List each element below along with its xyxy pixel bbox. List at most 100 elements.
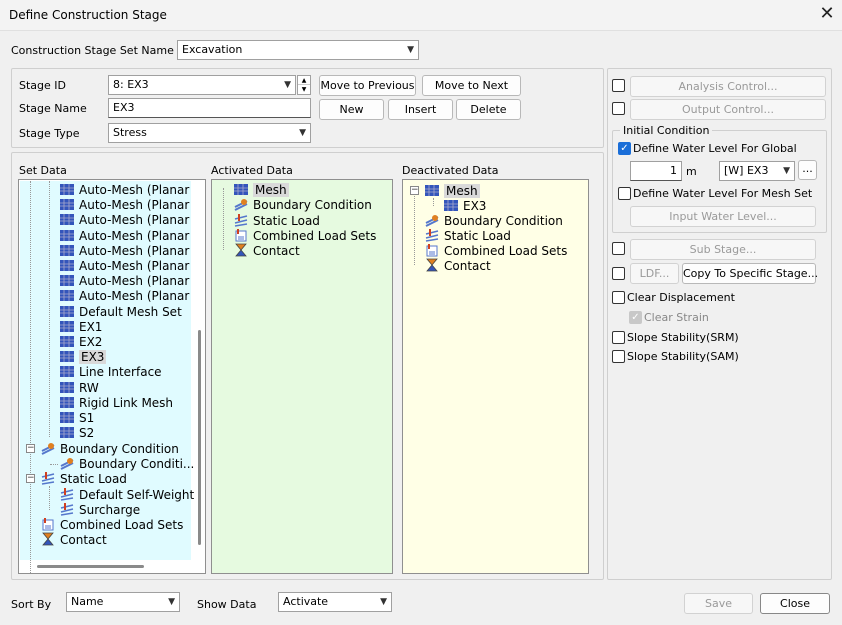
deactivated-data-tree[interactable]: − Mesh EX3 Boundary Condition Static Loa… (402, 179, 589, 574)
clear-displacement-label: Clear Displacement (627, 291, 735, 304)
tree-item[interactable]: EX1 (59, 319, 102, 334)
spin-down-icon[interactable]: ▼ (298, 85, 310, 94)
tree-item-label: EX3 (79, 350, 107, 365)
tree-item[interactable]: Default Self-Weight (59, 487, 194, 502)
set-data-tree[interactable]: Auto-Mesh (Planar Area)Auto-Mesh (Planar… (18, 179, 206, 574)
tree-item[interactable]: Contact (233, 243, 300, 258)
mesh-icon (424, 183, 440, 197)
output-control-button[interactable]: Output Control... (630, 99, 826, 120)
tree-item-label: EX3 (463, 199, 487, 213)
spin-up-icon[interactable]: ▲ (298, 76, 310, 85)
close-icon[interactable]: ✕ (817, 4, 837, 24)
activated-data-tree[interactable]: Mesh Boundary Condition Static Load Combine… (211, 179, 393, 574)
set-data-label: Set Data (19, 164, 67, 177)
tree-item[interactable]: Auto-Mesh (Planar Area) (59, 228, 191, 243)
tree-item[interactable]: Auto-Mesh (Planar Area) (59, 182, 191, 197)
tree-item[interactable]: EX3 (59, 349, 107, 365)
tree-item-label: Rigid Link Mesh (79, 395, 174, 410)
ldf-button[interactable]: LDF... (630, 263, 679, 284)
tree-item[interactable]: Rigid Link Mesh (59, 395, 173, 410)
static-load-icon (424, 228, 440, 242)
save-button[interactable]: Save (684, 593, 753, 614)
water-set-combo[interactable]: [W] EX3 ▼ (719, 161, 795, 181)
tree-item[interactable]: Mesh (233, 182, 289, 197)
input-water-level-button[interactable]: Input Water Level... (630, 206, 816, 227)
tree-item[interactable]: Contact (40, 532, 107, 547)
stage-id-combo[interactable]: 8: EX3 ▼ (108, 75, 296, 95)
analysis-control-button[interactable]: Analysis Control... (630, 76, 826, 97)
new-button[interactable]: New (319, 99, 384, 120)
collapse-icon[interactable]: − (26, 444, 35, 453)
move-next-button[interactable]: Move to Next (422, 75, 521, 96)
tree-item[interactable]: Boundary Condition (424, 213, 563, 228)
sub-stage-checkbox[interactable] (612, 242, 625, 255)
horizontal-scrollbar-thumb[interactable] (37, 565, 144, 568)
water-set-more-button[interactable]: ... (798, 160, 817, 180)
tree-item[interactable]: Auto-Mesh (Planar Area) (59, 273, 191, 288)
show-data-combo[interactable]: Activate ▼ (278, 592, 392, 612)
tree-item[interactable]: Surcharge (59, 502, 140, 517)
clear-displacement-checkbox[interactable] (612, 291, 625, 304)
clear-strain-checkbox[interactable]: ✓ (629, 311, 642, 324)
stage-id-spinner[interactable]: ▲ ▼ (297, 75, 311, 95)
output-control-checkbox[interactable] (612, 102, 625, 115)
collapse-icon[interactable]: − (410, 186, 419, 195)
tree-item[interactable]: Combined Load Sets (233, 228, 376, 243)
tree-item-label: S1 (79, 411, 95, 425)
tree-item[interactable]: Static Load (424, 228, 511, 243)
tree-item[interactable]: Default Mesh Set (59, 304, 182, 319)
tree-item[interactable]: Boundary Condition (233, 197, 372, 212)
static-load-icon (59, 487, 75, 501)
tree-item[interactable]: Auto-Mesh (Planar Area) (59, 258, 191, 273)
tree-item[interactable]: EX3 (443, 198, 486, 213)
ldf-checkbox[interactable] (612, 267, 625, 280)
tree-item[interactable]: EX2 (59, 334, 102, 349)
tree-item-label: Boundary Condition (444, 214, 563, 228)
stage-name-input[interactable]: EX3 (108, 98, 311, 118)
water-level-input[interactable]: 1 (630, 161, 682, 181)
tree-item[interactable]: RW (59, 380, 99, 395)
tree-item[interactable]: Line Interface (59, 364, 162, 379)
stage-type-combo[interactable]: Stress ▼ (108, 123, 311, 143)
tree-item-label: EX1 (79, 319, 103, 334)
window-title: Define Construction Stage (9, 8, 167, 22)
tree-item-label: Boundary Conditi... (79, 457, 195, 471)
show-data-label: Show Data (197, 598, 257, 611)
tree-item[interactable]: S1 (59, 410, 94, 425)
tree-item-label: Combined Load Sets (444, 244, 568, 258)
sub-stage-button[interactable]: Sub Stage... (630, 239, 816, 260)
tree-item[interactable]: Auto-Mesh (Planar Area) (59, 197, 191, 212)
tree-item[interactable]: Combined Load Sets (424, 243, 567, 258)
slope-srm-checkbox[interactable] (612, 331, 625, 344)
analysis-control-checkbox[interactable] (612, 79, 625, 92)
tree-item[interactable]: Static Load (233, 213, 320, 228)
tree-item[interactable]: Contact (424, 258, 491, 273)
tree-item[interactable]: Auto-Mesh (Planar Area) (59, 212, 191, 227)
tree-item-label: S2 (79, 426, 95, 441)
tree-item[interactable]: Auto-Mesh (Planar Area) (59, 288, 191, 303)
insert-button[interactable]: Insert (388, 99, 453, 120)
activated-data-label: Activated Data (211, 164, 293, 177)
copy-to-stage-button[interactable]: Copy To Specific Stage... (682, 263, 818, 284)
mesh-set-water-checkbox[interactable] (618, 187, 631, 200)
tree-item[interactable]: Auto-Mesh (Planar Area) (59, 243, 191, 258)
tree-item[interactable]: S2 (59, 425, 94, 440)
tree-item[interactable]: Boundary Condition (40, 441, 179, 456)
delete-button[interactable]: Delete (456, 99, 521, 120)
tree-item[interactable]: Boundary Conditi... (59, 456, 194, 471)
show-data-value: Activate (283, 595, 329, 608)
slope-sam-checkbox[interactable] (612, 350, 625, 363)
tree-item[interactable]: Static Load (40, 471, 127, 486)
move-previous-button[interactable]: Move to Previous (319, 75, 416, 96)
sort-by-combo[interactable]: Name ▼ (66, 592, 180, 612)
tree-item[interactable]: Combined Load Sets (40, 517, 183, 532)
tree-item[interactable]: Mesh (424, 183, 480, 198)
global-water-checkbox[interactable]: ✓ (618, 142, 631, 155)
collapse-icon[interactable]: − (26, 474, 35, 483)
set-name-label: Construction Stage Set Name (11, 44, 174, 57)
set-name-value: Excavation (182, 43, 243, 56)
close-button[interactable]: Close (760, 593, 830, 614)
tree-item-label: Surcharge (79, 503, 141, 517)
set-name-combo[interactable]: Excavation ▼ (177, 40, 419, 60)
vertical-scrollbar-thumb[interactable] (198, 330, 201, 545)
